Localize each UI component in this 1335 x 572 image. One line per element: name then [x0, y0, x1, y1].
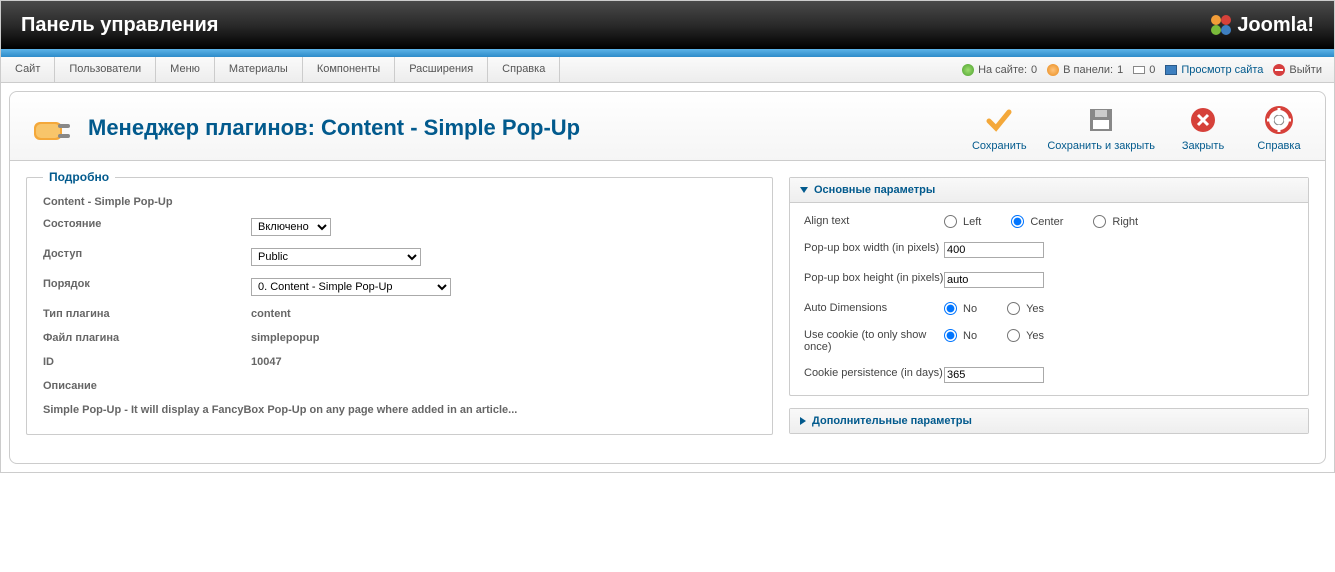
access-label: Доступ: [43, 248, 251, 266]
logout[interactable]: Выйти: [1273, 64, 1322, 76]
state-label: Состояние: [43, 218, 251, 236]
autodim-no-radio[interactable]: No: [944, 302, 977, 315]
order-select[interactable]: 0. Content - Simple Pop-Up: [251, 278, 451, 296]
site-visitors: На сайте: 0: [962, 64, 1037, 76]
panel-users: В панели: 1: [1047, 64, 1123, 76]
file-value: simplepopup: [251, 332, 319, 344]
floppy-icon: [1087, 106, 1115, 134]
align-center-radio[interactable]: Center: [1011, 215, 1063, 228]
persist-label: Cookie persistence (in days): [804, 367, 944, 379]
cookie-label: Use cookie (to only show once): [804, 329, 944, 353]
page-header: Менеджер плагинов: Content - Simple Pop-…: [10, 92, 1325, 161]
menu-components[interactable]: Компоненты: [303, 57, 395, 82]
menu-site[interactable]: Сайт: [1, 57, 55, 82]
width-label: Pop-up box width (in pixels): [804, 242, 944, 254]
height-input[interactable]: [944, 272, 1044, 288]
save-button[interactable]: Сохранить: [971, 104, 1027, 152]
chevron-down-icon: [800, 187, 808, 193]
cookie-no-radio[interactable]: No: [944, 329, 977, 342]
preview-site[interactable]: Просмотр сайта: [1165, 64, 1263, 76]
details-legend: Подробно: [43, 170, 115, 184]
menu-extensions[interactable]: Расширения: [395, 57, 488, 82]
admin-icon: [1047, 64, 1059, 76]
topbar: Панель управления Joomla!: [1, 1, 1334, 49]
id-label: ID: [43, 356, 251, 368]
details-fieldset: Подробно Content - Simple Pop-Up Состоян…: [26, 177, 773, 435]
cookie-yes-radio[interactable]: Yes: [1007, 329, 1044, 342]
stop-icon: [1273, 64, 1285, 76]
width-input[interactable]: [944, 242, 1044, 258]
menu-help[interactable]: Справка: [488, 57, 560, 82]
type-label: Тип плагина: [43, 308, 251, 320]
topbar-title: Панель управления: [21, 14, 218, 37]
visitor-icon: [962, 64, 974, 76]
align-label: Align text: [804, 215, 944, 227]
extra-params-toggle[interactable]: Дополнительные параметры: [790, 409, 1308, 433]
lifebuoy-icon: [1265, 106, 1293, 134]
autodim-label: Auto Dimensions: [804, 302, 944, 314]
work-area: Менеджер плагинов: Content - Simple Pop-…: [9, 91, 1326, 464]
align-left-radio[interactable]: Left: [944, 215, 981, 228]
height-label: Pop-up box height (in pixels): [804, 272, 944, 284]
toolbar: Сохранить Сохранить и закрыть Закрыть Сп…: [971, 104, 1307, 152]
id-value: 10047: [251, 356, 282, 368]
access-select[interactable]: Public: [251, 248, 421, 266]
order-label: Порядок: [43, 278, 251, 296]
save-close-button[interactable]: Сохранить и закрыть: [1047, 104, 1155, 152]
type-value: content: [251, 308, 291, 320]
plugin-icon: [28, 104, 76, 152]
desc-label: Описание: [43, 380, 251, 392]
align-right-radio[interactable]: Right: [1093, 215, 1138, 228]
screen-icon: [1165, 65, 1177, 75]
plugin-name: Content - Simple Pop-Up: [43, 196, 756, 208]
state-select[interactable]: Включено: [251, 218, 331, 236]
accent-bar: [1, 49, 1334, 57]
joomla-icon: [1209, 13, 1233, 37]
cancel-button[interactable]: Закрыть: [1175, 104, 1231, 152]
extra-params-panel: Дополнительные параметры: [789, 408, 1309, 434]
close-icon: [1189, 106, 1217, 134]
desc-text: Simple Pop-Up - It will display a FancyB…: [43, 404, 756, 416]
main-menu: Сайт Пользователи Меню Материалы Компоне…: [1, 57, 560, 82]
main-params-panel: Основные параметры Align text Left Cente…: [789, 177, 1309, 396]
file-label: Файл плагина: [43, 332, 251, 344]
help-button[interactable]: Справка: [1251, 104, 1307, 152]
messages[interactable]: 0: [1133, 64, 1155, 76]
main-params-toggle[interactable]: Основные параметры: [790, 178, 1308, 203]
check-icon: [985, 106, 1013, 134]
menu-menus[interactable]: Меню: [156, 57, 215, 82]
brand-logo: Joomla!: [1209, 13, 1314, 37]
chevron-right-icon: [800, 417, 806, 425]
menu-users[interactable]: Пользователи: [55, 57, 156, 82]
menubar: Сайт Пользователи Меню Материалы Компоне…: [1, 57, 1334, 83]
status-bar: На сайте: 0 В панели: 1 0 Просмотр сайта…: [962, 64, 1334, 76]
page-title: Менеджер плагинов: Content - Simple Pop-…: [88, 115, 580, 141]
mail-icon: [1133, 66, 1145, 74]
autodim-yes-radio[interactable]: Yes: [1007, 302, 1044, 315]
persist-input[interactable]: [944, 367, 1044, 383]
menu-content[interactable]: Материалы: [215, 57, 303, 82]
